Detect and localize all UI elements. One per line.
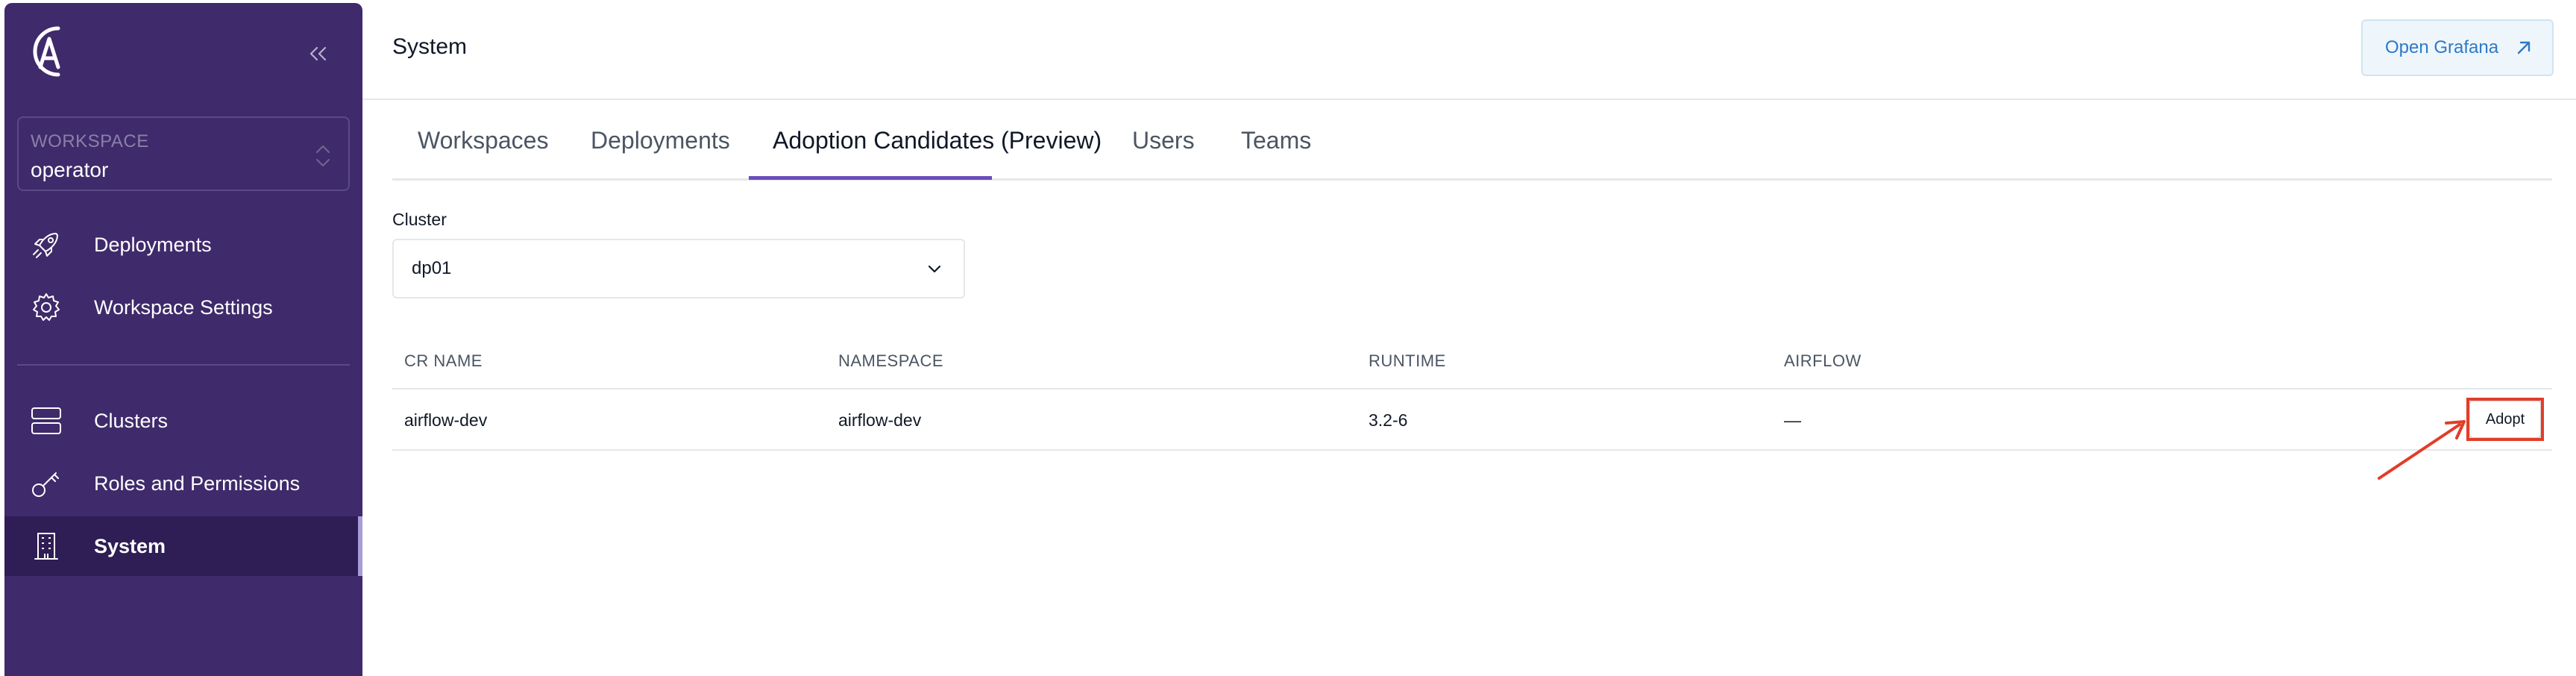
tab-adoption-candidates[interactable]: Adoption Candidates (Preview): [773, 127, 1102, 154]
sidebar-item-label: Workspace Settings: [94, 295, 273, 319]
workspace-caption: WORKSPACE: [31, 131, 149, 151]
collapse-sidebar-icon[interactable]: [304, 40, 331, 67]
column-header-cr-name: CR NAME: [404, 351, 483, 370]
cell-runtime: 3.2-6: [1369, 410, 1408, 430]
astronomer-logo-icon[interactable]: [19, 19, 73, 84]
tab-bar: Workspaces Deployments Adoption Candidat…: [392, 112, 2552, 181]
workspace-selector[interactable]: WORKSPACE operator: [17, 116, 350, 191]
cluster-selected-value: dp01: [412, 258, 452, 278]
cluster-select[interactable]: dp01: [392, 239, 965, 298]
tab-workspaces[interactable]: Workspaces: [418, 127, 548, 154]
sidebar-item-deployments[interactable]: Deployments: [4, 215, 362, 275]
updown-chevron-icon: [315, 145, 330, 167]
external-link-arrow-icon: [2517, 41, 2531, 54]
page-header: System Open Grafana: [362, 0, 2576, 100]
tab-deployments[interactable]: Deployments: [591, 127, 730, 154]
active-tab-indicator: [749, 176, 992, 180]
clusters-icon: [31, 407, 61, 434]
sidebar-item-label: System: [94, 534, 166, 557]
column-header-airflow: AIRFLOW: [1784, 351, 1862, 370]
tab-teams[interactable]: Teams: [1241, 127, 1311, 154]
sidebar-item-clusters[interactable]: Clusters: [4, 391, 362, 451]
cell-namespace: airflow-dev: [838, 410, 922, 430]
open-grafana-label: Open Grafana: [2385, 37, 2499, 57]
cell-cr-name: airflow-dev: [404, 410, 488, 430]
sidebar-item-label: Deployments: [94, 233, 212, 256]
sidebar-item-label: Clusters: [94, 409, 169, 432]
annotation-arrow-icon: [2378, 420, 2466, 480]
rocket-icon: [33, 233, 58, 258]
cluster-label: Cluster: [392, 210, 447, 229]
sidebar-item-label: Roles and Permissions: [94, 472, 301, 495]
chevron-down-icon: [928, 265, 941, 273]
adopt-button[interactable]: Adopt: [2469, 400, 2542, 439]
building-icon: [34, 533, 58, 560]
table-header-divider: [392, 388, 2552, 389]
sidebar-item-roles-and-permissions[interactable]: Roles and Permissions: [4, 454, 362, 513]
open-grafana-button[interactable]: Open Grafana: [2361, 19, 2554, 76]
key-icon: [32, 472, 59, 497]
sidebar-item-workspace-settings[interactable]: Workspace Settings: [4, 278, 362, 337]
table-row-divider: [392, 449, 2552, 451]
sidebar-item-system[interactable]: System: [4, 516, 362, 576]
sidebar-divider: [17, 364, 350, 366]
sidebar: WORKSPACE operator Deployments Workspace…: [4, 3, 362, 676]
column-header-runtime: RUNTIME: [1369, 351, 1446, 370]
cell-airflow: —: [1784, 410, 1801, 430]
workspace-value: operator: [31, 158, 109, 181]
gear-icon: [33, 293, 60, 321]
tab-users[interactable]: Users: [1132, 127, 1195, 154]
page-title: System: [392, 34, 468, 59]
column-header-namespace: NAMESPACE: [838, 351, 944, 370]
